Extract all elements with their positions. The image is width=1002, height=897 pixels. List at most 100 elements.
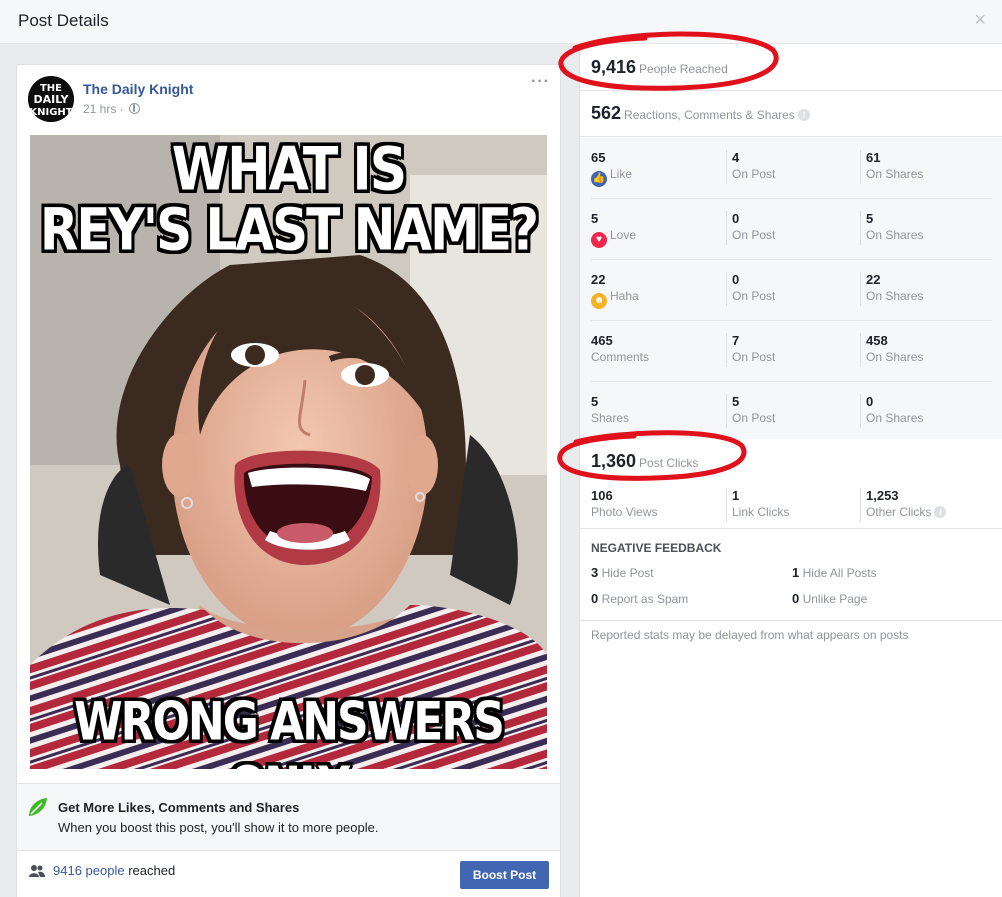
boost-promo-title: Get More Likes, Comments and Shares [58, 800, 300, 815]
on-post-label: On Post [732, 411, 776, 425]
meme-bottom-text: WRONG ANSWERS ONLY [74, 691, 505, 769]
boost-post-button[interactable]: Boost Post [460, 861, 549, 889]
haha-icon: ☻ [591, 293, 607, 309]
reactions-breakdown: 65 👍 Like 4 On Post 61 On Shares 5 ♥ Love 0 On … [580, 138, 1002, 439]
comments-on-post: 7 [732, 333, 740, 348]
like-on-shares-cell: 61 On Shares [860, 150, 923, 184]
on-post-label: On Post [732, 167, 776, 181]
unlike-page-value: 0 [792, 591, 800, 606]
on-shares-label: On Shares [866, 167, 924, 181]
shares-on-shares-cell: 0 On Shares [860, 394, 923, 428]
leaf-icon [29, 798, 47, 816]
globe-icon [129, 103, 141, 114]
like-on-post: 4 [732, 150, 740, 165]
meme-top-text-line2: REY'S LAST NAME? [39, 196, 539, 264]
haha-on-post: 0 [732, 272, 740, 287]
people-reached-row: 9,416 People Reached [580, 44, 1002, 91]
love-icon: ♥ [591, 232, 607, 248]
link-clicks-label: Link Clicks [732, 505, 790, 519]
other-clicks-label: Other Clicks [866, 505, 932, 519]
people-reached-label: People Reached [639, 62, 728, 76]
post-clicks-label: Post Clicks [639, 456, 699, 470]
like-on-post-cell: 4 On Post [726, 150, 775, 184]
love-on-post-cell: 0 On Post [726, 211, 775, 245]
shares-on-shares: 0 [866, 394, 874, 409]
unlike-page-label: Unlike Page [802, 592, 868, 606]
haha-total-cell: 22 ☻ Haha [591, 272, 639, 309]
stats-delay-note: Reported stats may be delayed from what … [591, 628, 909, 642]
post-clicks-section: 1,360 Post Clicks 106 Photo Views 1 Link Cl… [580, 439, 1002, 529]
people-icon [29, 865, 45, 877]
info-icon[interactable]: i [934, 506, 947, 518]
stats-panel: 9,416 People Reached 562 Reactions, Commen… [579, 44, 1002, 897]
other-clicks-value: 1,253 [866, 488, 899, 503]
comments-on-shares: 458 [866, 333, 888, 348]
love-on-post: 0 [732, 211, 740, 226]
love-total-cell: 5 ♥ Love [591, 211, 636, 248]
haha-on-shares: 22 [866, 272, 881, 287]
reactions-total-row: 562 Reactions, Comments & Shares i [580, 91, 1002, 137]
shares-total-cell: 5 Shares [591, 394, 629, 427]
post-clicks-value: 1,360 [591, 451, 637, 471]
love-on-shares-cell: 5 On Shares [860, 211, 923, 245]
svg-text:DAILY: DAILY [34, 93, 70, 106]
comments-label: Comments [591, 350, 650, 364]
reach-summary: 9416 people reached [29, 863, 175, 878]
haha-on-post-cell: 0 On Post [726, 272, 775, 306]
like-on-shares: 61 [866, 150, 881, 165]
haha-label: Haha [610, 289, 639, 303]
love-on-shares: 5 [866, 211, 874, 226]
page-name-link[interactable]: The Daily Knight [83, 81, 193, 97]
svg-text:KNIGHT: KNIGHT [29, 107, 72, 118]
post-clicks-stat: 1,360 Post Clicks [591, 451, 698, 472]
dialog-title: Post Details [18, 11, 109, 30]
hide-post-label: Hide Post [601, 566, 654, 580]
reaction-row-comments: 465 Comments 7 On Post 458 On Shares [591, 321, 992, 382]
boost-promo-subtitle: When you boost this post, you'll show it… [58, 820, 379, 835]
like-label: Like [610, 167, 633, 181]
hide-post-value: 3 [591, 565, 599, 580]
on-post-label: On Post [732, 350, 776, 364]
negative-feedback-title: NEGATIVE FEEDBACK [591, 541, 722, 555]
reaction-row-love: 5 ♥ Love 0 On Post 5 On Shares [591, 199, 992, 260]
comments-on-post-cell: 7 On Post [726, 333, 775, 367]
people-reached-link[interactable]: 9416 people [53, 863, 125, 878]
link-clicks-value: 1 [732, 488, 740, 503]
comments-total: 465 [591, 333, 613, 348]
on-post-label: On Post [732, 228, 776, 242]
haha-total: 22 [591, 272, 606, 287]
shares-on-post-cell: 5 On Post [726, 394, 775, 428]
on-shares-label: On Shares [866, 350, 924, 364]
on-shares-label: On Shares [866, 411, 924, 425]
haha-on-shares-cell: 22 On Shares [860, 272, 923, 306]
page-avatar[interactable]: THE DAILY KNIGHT [28, 76, 74, 122]
love-label: Love [610, 228, 637, 242]
reactions-total-stat: 562 Reactions, Comments & Shares i [591, 103, 810, 124]
hide-all-posts-stat: 1 Hide All Posts [792, 565, 877, 580]
report-spam-value: 0 [591, 591, 599, 606]
post-photo[interactable]: WHAT IS REY'S LAST NAME? WRONG ANSWERS O… [30, 135, 547, 769]
reached-suffix: reached [124, 863, 176, 878]
hide-all-posts-value: 1 [792, 565, 800, 580]
close-icon[interactable]: × [974, 10, 986, 30]
more-options-icon[interactable]: ··· [531, 73, 550, 91]
reactions-total-value: 562 [591, 103, 622, 123]
dialog-header: Post Details × [0, 0, 1002, 44]
like-total-cell: 65 👍 Like [591, 150, 632, 187]
shares-total: 5 [591, 394, 599, 409]
photo-views-label: Photo Views [591, 505, 658, 519]
photo-views-cell: 106 Photo Views [591, 488, 658, 521]
other-clicks-cell: 1,253 Other Clicks i [860, 488, 947, 522]
on-post-label: On Post [732, 289, 776, 303]
hide-all-posts-label: Hide All Posts [802, 566, 877, 580]
info-icon[interactable]: i [797, 109, 810, 121]
unlike-page-stat: 0 Unlike Page [792, 591, 867, 606]
photo-views-value: 106 [591, 488, 613, 503]
comments-total-cell: 465 Comments [591, 333, 649, 366]
hide-post-stat: 3 Hide Post [591, 565, 654, 580]
boost-promo-panel: Get More Likes, Comments and Shares When… [17, 783, 560, 851]
reactions-total-label: Reactions, Comments & Shares [624, 108, 795, 122]
report-spam-stat: 0 Report as Spam [591, 591, 688, 606]
divider [580, 620, 1002, 621]
on-shares-label: On Shares [866, 289, 924, 303]
